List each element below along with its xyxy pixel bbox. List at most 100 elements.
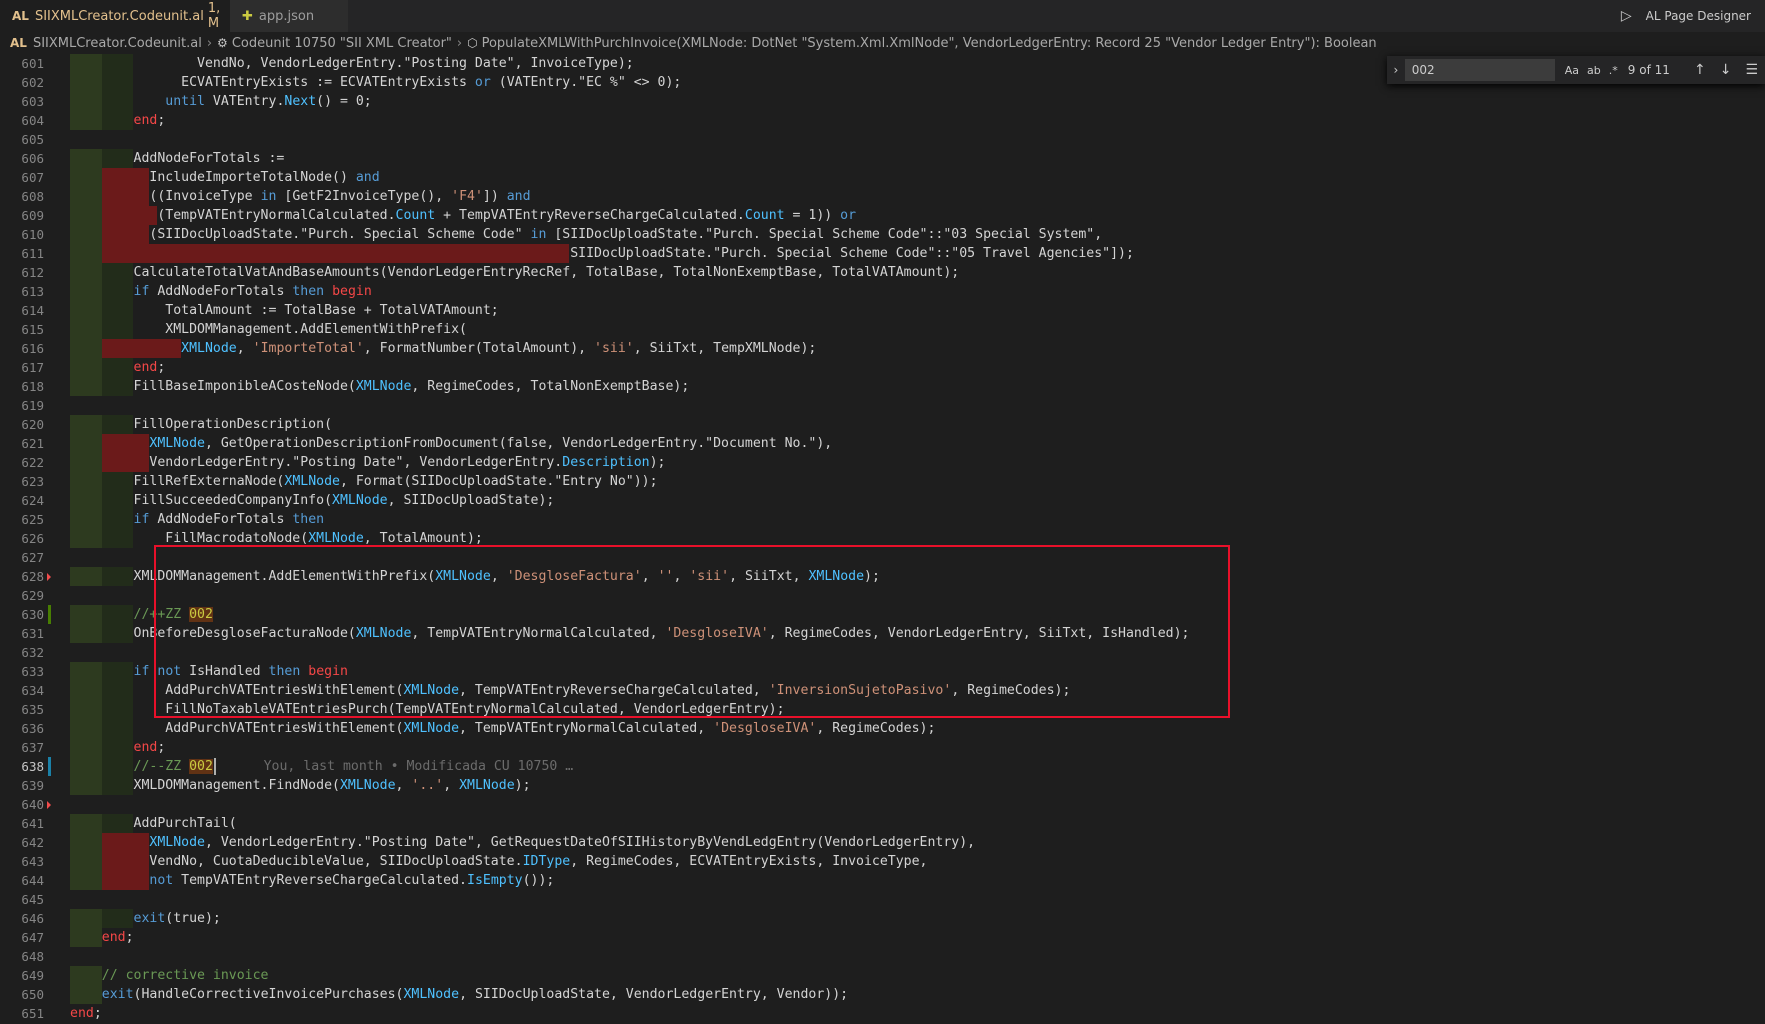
code-line[interactable]: 641 AddPurchTail( — [0, 814, 1765, 833]
code-line[interactable]: 642 XMLNode, VendorLedgerEntry."Posting … — [0, 833, 1765, 852]
code-text: AddPurchVATEntriesWithElement(XMLNode, T… — [70, 683, 1071, 698]
code-line[interactable]: 618 FillBaseImponibleACosteNode(XMLNode,… — [0, 377, 1765, 396]
line-number: 616 — [21, 341, 44, 356]
code-line[interactable]: 637 end; — [0, 738, 1765, 757]
code-text: end; — [133, 360, 166, 375]
tab-siixmlcreator[interactable]: AL SIIXMLCreator.Codeunit.al 1, M ✕ — [0, 0, 240, 32]
diff-gutter-marker[interactable] — [48, 757, 51, 776]
code-text: FillMacrodatoNode(XMLNode, TotalAmount); — [70, 531, 483, 546]
code-line[interactable]: 626 FillMacrodatoNode(XMLNode, TotalAmou… — [0, 529, 1765, 548]
code-line[interactable]: 610 (SIIDocUploadState."Purch. Special S… — [0, 225, 1765, 244]
arrow-down-icon[interactable]: ↓ — [1720, 62, 1732, 78]
code-line[interactable]: 617 end; — [0, 358, 1765, 377]
match-case-toggle[interactable]: Aa — [1565, 64, 1579, 77]
code-line[interactable]: 624 FillSucceededCompanyInfo(XMLNode, SI… — [0, 491, 1765, 510]
line-number: 607 — [21, 170, 44, 185]
line-number: 611 — [21, 246, 44, 261]
code-text: XMLDOMManagement.AddElementWithPrefix(XM… — [70, 569, 880, 584]
code-line[interactable]: 625 if AddNodeForTotals then — [0, 510, 1765, 529]
code-text: CalculateTotalVatAndBaseAmounts(VendorLe… — [70, 265, 960, 280]
code-line[interactable]: 643 VendNo, CuotaDeducibleValue, SIIDocU… — [0, 852, 1765, 871]
code-text: if AddNodeForTotals then — [133, 512, 325, 527]
code-line[interactable]: 613 if AddNodeForTotals then begin — [0, 282, 1765, 301]
find-widget: › 002 Aa ab .* 9 of 11 ↑ ↓ ☰ — [1387, 56, 1765, 84]
diff-gutter-marker[interactable] — [47, 573, 51, 581]
code-text: FillNoTaxableVATEntriesPurch(TempVATEntr… — [70, 702, 785, 717]
code-line[interactable]: 616 XMLNode, 'ImporteTotal', FormatNumbe… — [0, 339, 1765, 358]
line-number: 650 — [21, 987, 44, 1002]
code-line[interactable]: 608 ((InvoiceType in [GetF2InvoiceType()… — [0, 187, 1765, 206]
whole-word-toggle[interactable]: ab — [1587, 64, 1601, 77]
line-number: 641 — [21, 816, 44, 831]
code-line[interactable]: 651 end; — [0, 1004, 1765, 1023]
line-number: 643 — [21, 854, 44, 869]
line-number: 622 — [21, 455, 44, 470]
breadcrumb-method[interactable]: PopulateXMLWithPurchInvoice(XMLNode: Dot… — [482, 36, 1377, 51]
code-line[interactable]: 640 — [0, 795, 1765, 814]
line-number: 614 — [21, 303, 44, 318]
line-number: 606 — [21, 151, 44, 166]
code-line[interactable]: 636 AddPurchVATEntriesWithElement(XMLNod… — [0, 719, 1765, 738]
chevron-right-icon[interactable]: › — [1387, 63, 1405, 77]
code-line[interactable]: 629 — [0, 586, 1765, 605]
code-line[interactable]: 611 SIIDocUploadState."Purch. Special Sc… — [0, 244, 1765, 263]
code-line[interactable]: 634 AddPurchVATEntriesWithElement(XMLNod… — [0, 681, 1765, 700]
code-line[interactable]: 639 XMLDOMManagement.FindNode(XMLNode, '… — [0, 776, 1765, 795]
code-line[interactable]: 604 end; — [0, 111, 1765, 130]
code-text: AddPurchTail( — [70, 816, 237, 831]
code-line[interactable]: 603 until VATEntry.Next() = 0; — [0, 92, 1765, 111]
code-line[interactable]: 644 not TempVATEntryReverseChargeCalcula… — [0, 871, 1765, 890]
code-line[interactable]: 638 //--ZZ 002 You, last month • Modific… — [0, 757, 1765, 776]
code-line[interactable]: 620 FillOperationDescription( — [0, 415, 1765, 434]
code-line[interactable]: 615 XMLDOMManagement.AddElementWithPrefi… — [0, 320, 1765, 339]
code-text: TotalAmount := TotalBase + TotalVATAmoun… — [70, 303, 499, 318]
code-line[interactable]: 646 exit(true); — [0, 909, 1765, 928]
menu-icon[interactable]: ☰ — [1745, 62, 1758, 78]
tab-app-json[interactable]: ✚ app.json — [230, 0, 348, 32]
code-line[interactable]: 630 //++ZZ 002 — [0, 605, 1765, 624]
code-line[interactable]: 622 VendorLedgerEntry."Posting Date", Ve… — [0, 453, 1765, 472]
find-input[interactable]: 002 — [1404, 59, 1555, 81]
line-number: 618 — [21, 379, 44, 394]
tab-label: SIIXMLCreator.Codeunit.al — [34, 8, 204, 24]
line-number: 642 — [21, 835, 44, 850]
code-line[interactable]: 635 FillNoTaxableVATEntriesPurch(TempVAT… — [0, 700, 1765, 719]
code-line[interactable]: 645 — [0, 890, 1765, 909]
code-line[interactable]: 648 — [0, 947, 1765, 966]
code-line[interactable]: 647 end; — [0, 928, 1765, 947]
code-line[interactable]: 606 AddNodeForTotals := — [0, 149, 1765, 168]
code-line[interactable]: 612 CalculateTotalVatAndBaseAmounts(Vend… — [0, 263, 1765, 282]
arrow-up-icon[interactable]: ↑ — [1694, 62, 1706, 78]
code-line[interactable]: 627 — [0, 548, 1765, 567]
breadcrumb-file[interactable]: SIIXMLCreator.Codeunit.al — [33, 36, 202, 51]
code-line[interactable]: 649 // corrective invoice — [0, 966, 1765, 985]
code-line[interactable]: 633 if not IsHandled then begin — [0, 662, 1765, 681]
code-text: //--ZZ 002 You, last month • Modificada … — [133, 757, 574, 775]
code-line[interactable]: 605 — [0, 130, 1765, 149]
code-line[interactable]: 631 OnBeforeDesgloseFacturaNode(XMLNode,… — [0, 624, 1765, 643]
code-text: FillOperationDescription( — [70, 417, 333, 432]
line-number: 640 — [21, 797, 44, 812]
breadcrumb-object[interactable]: Codeunit 10750 "SII XML Creator" — [232, 36, 452, 51]
diff-gutter-marker[interactable] — [47, 801, 51, 809]
code-line[interactable]: 623 FillRefExternaNode(XMLNode, Format(S… — [0, 472, 1765, 491]
code-editor[interactable]: 601 VendNo, VendorLedgerEntry."Posting D… — [0, 54, 1765, 1024]
line-number: 603 — [21, 94, 44, 109]
code-text: XMLDOMManagement.FindNode(XMLNode, '..',… — [70, 778, 531, 793]
line-number: 630 — [21, 607, 44, 622]
code-line[interactable]: 619 — [0, 396, 1765, 415]
code-line[interactable]: 628 XMLDOMManagement.AddElementWithPrefi… — [0, 567, 1765, 586]
diff-gutter-marker[interactable] — [48, 605, 51, 624]
code-line[interactable]: 632 — [0, 643, 1765, 662]
tab-label: app.json — [258, 8, 315, 24]
code-line[interactable]: 650 exit(HandleCorrectiveInvoicePurchase… — [0, 985, 1765, 1004]
line-number: 610 — [21, 227, 44, 242]
line-number: 612 — [21, 265, 44, 280]
run-al-page-designer-button[interactable]: ▷ AL Page Designer — [1621, 0, 1751, 32]
code-line[interactable]: 621 XMLNode, GetOperationDescriptionFrom… — [0, 434, 1765, 453]
code-line[interactable]: 614 TotalAmount := TotalBase + TotalVATA… — [0, 301, 1765, 320]
code-line[interactable]: 607 IncludeImporteTotalNode() and — [0, 168, 1765, 187]
method-cube-icon: ⬡ — [467, 36, 478, 50]
code-line[interactable]: 609 (TempVATEntryNormalCalculated.Count … — [0, 206, 1765, 225]
regex-toggle[interactable]: .* — [1609, 64, 1618, 77]
